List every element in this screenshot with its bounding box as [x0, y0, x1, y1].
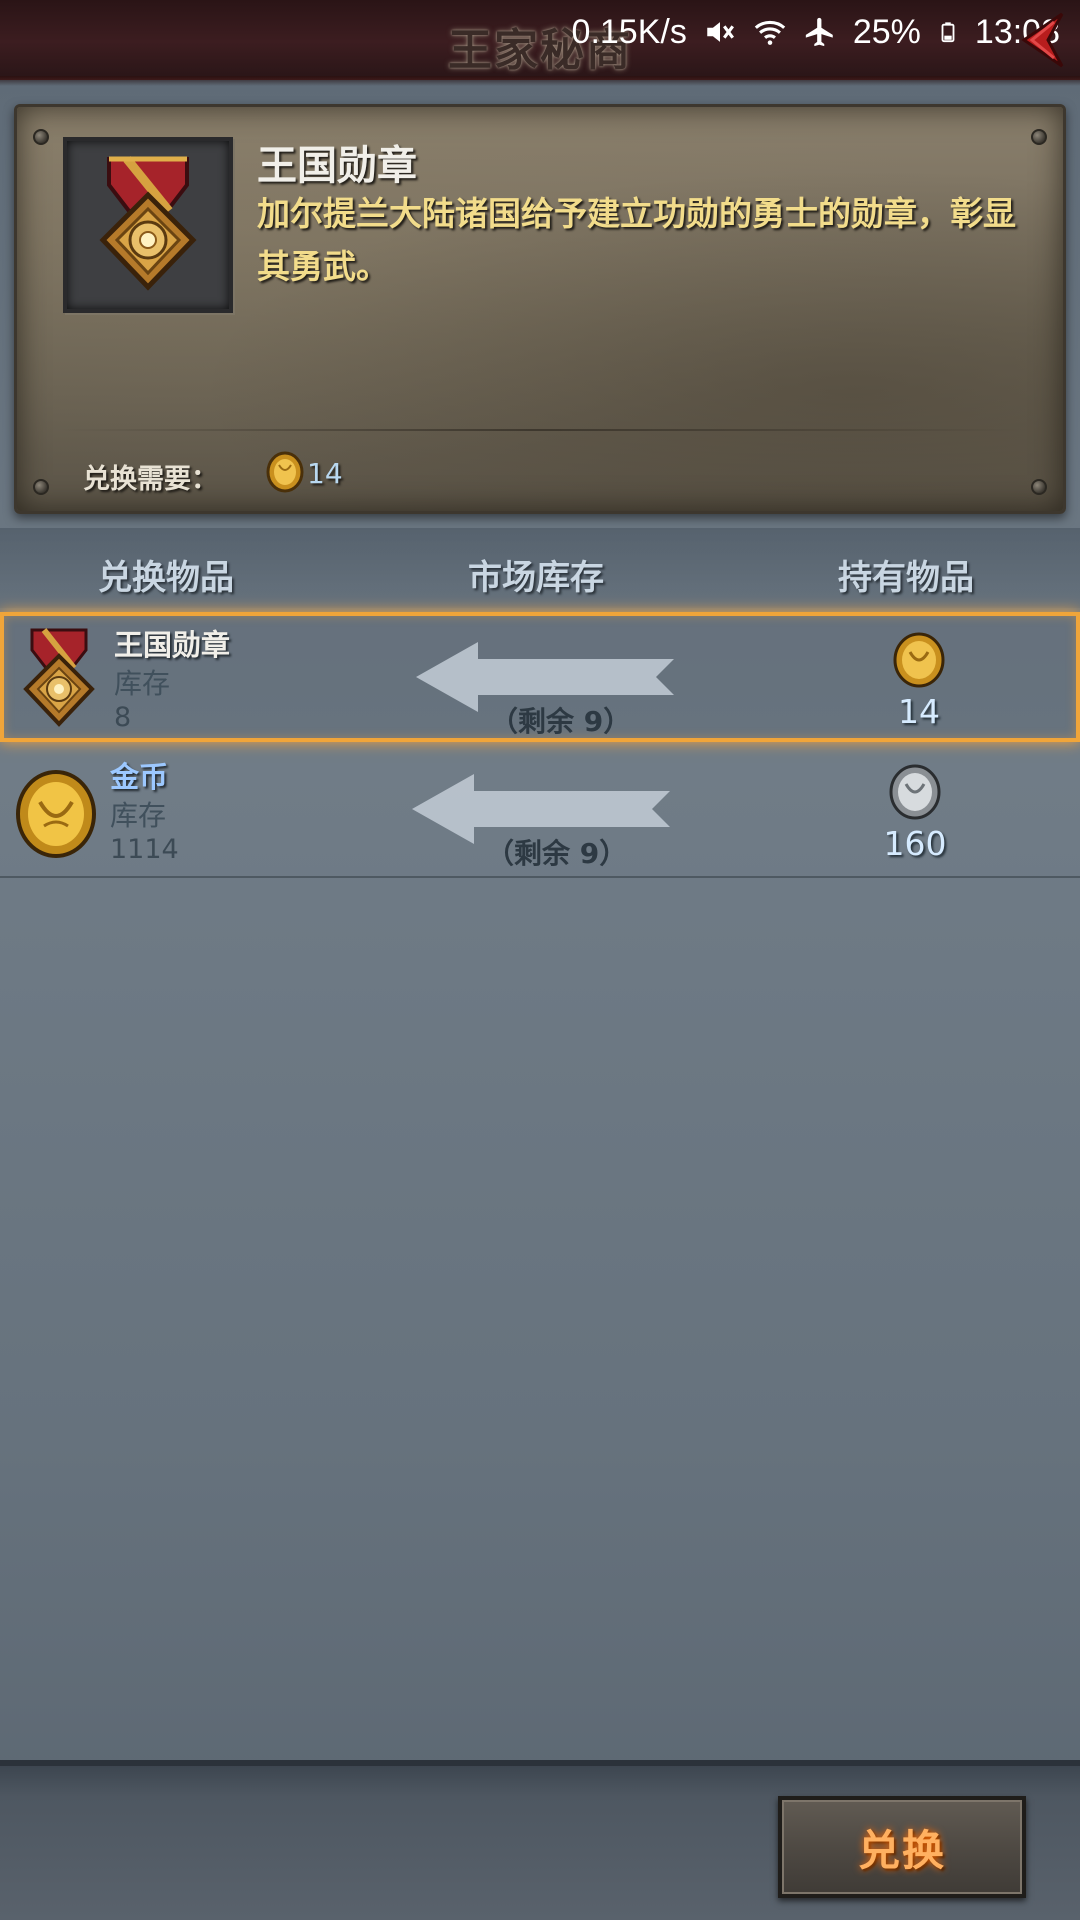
row-held-value: 14: [898, 692, 940, 731]
rivet-decoration: [33, 129, 49, 145]
row-stock-label: 库存: [114, 667, 171, 700]
item-name: 王国勋章: [257, 143, 417, 189]
rivet-decoration: [33, 479, 49, 495]
rivet-decoration: [1031, 479, 1047, 495]
battery-percent: 25%: [852, 12, 921, 51]
row-remaining-count: （剩余 9）: [486, 837, 628, 870]
exchange-table-header: 兑换物品 市场库存 持有物品: [0, 528, 1080, 608]
cost-value: 14: [307, 457, 343, 490]
divider: [57, 429, 1023, 431]
gold-medal-coin-icon: [266, 451, 304, 493]
row-stock-value: 8: [114, 702, 132, 733]
row-remaining-count: （剩余 9）: [490, 705, 632, 738]
column-header-exchange-item: 兑换物品: [98, 558, 234, 598]
airplane-icon: [805, 17, 833, 47]
status-bar: 0.15K/s 25% 13:08: [572, 10, 1060, 54]
exchange-row-gold-coin[interactable]: 金币 库存 1114 （剩余 9） 160: [0, 748, 1080, 878]
row-stock-value: 1114: [110, 834, 179, 865]
royal-medal-icon: [99, 156, 197, 291]
battery-icon: [941, 22, 955, 43]
cost-label: 兑换需要：: [83, 464, 218, 495]
item-description: 加尔提兰大陆诸国给予建立功勋的勇士的勋章，彰显其勇武。: [257, 194, 1016, 286]
back-arrow-icon[interactable]: [1002, 6, 1072, 72]
row-stock-label: 库存: [110, 799, 167, 832]
top-bar: 王家秘商 0.15K/s 25% 13:08: [0, 0, 1080, 86]
wifi-icon: [754, 20, 786, 45]
rivet-decoration: [1031, 129, 1047, 145]
silver-coin-icon: [889, 764, 941, 820]
exchange-button[interactable]: 兑换: [778, 1796, 1026, 1898]
row-item-name: 金币: [110, 760, 169, 794]
exchange-row-royal-medal[interactable]: 王国勋章 库存 8 （剩余 9） 14: [0, 612, 1080, 742]
royal-medal-icon: [23, 628, 95, 727]
row-held-value: 160: [883, 824, 947, 863]
item-detail-panel: 王国勋章 加尔提兰大陆诸国给予建立功勋的勇士的勋章，彰显其勇武。 兑换需要： 1…: [14, 104, 1066, 514]
column-header-held-items: 持有物品: [838, 558, 974, 598]
network-speed: 0.15K/s: [571, 12, 687, 51]
column-header-market-stock: 市场库存: [468, 558, 604, 598]
item-icon-frame: [63, 137, 233, 313]
gold-coin-icon: [16, 770, 96, 858]
gold-coin-icon: [893, 632, 945, 688]
row-item-name: 王国勋章: [114, 628, 231, 662]
mute-icon: [707, 22, 734, 42]
